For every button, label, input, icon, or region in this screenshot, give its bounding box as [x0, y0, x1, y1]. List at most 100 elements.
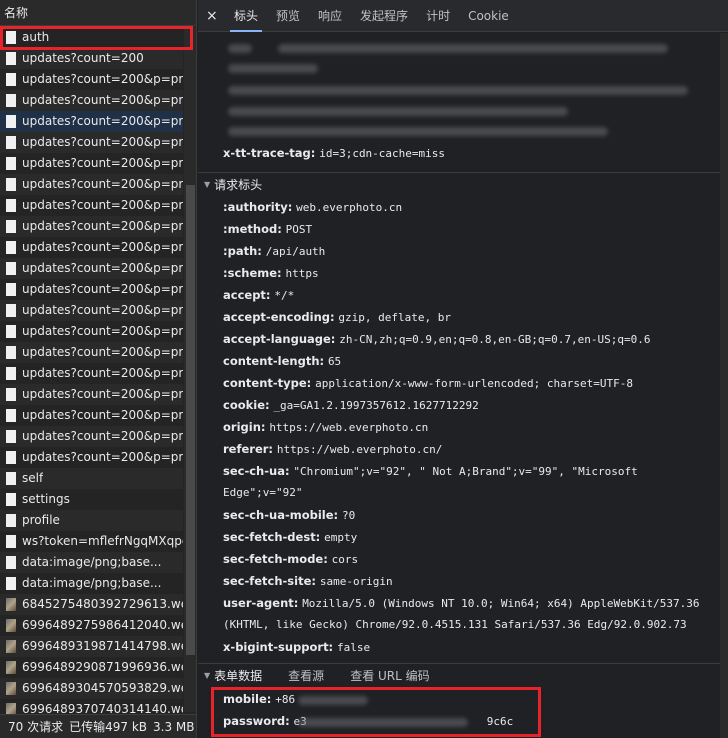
header-value: empty: [324, 531, 358, 544]
header-key: accept-language:: [223, 332, 336, 346]
request-header-row: accept: */*: [223, 285, 718, 306]
highlight-box-auth: [0, 26, 193, 50]
file-icon: [6, 199, 16, 212]
header-value: same-origin: [319, 575, 393, 588]
request-row[interactable]: 6996489290871996936.webp?: [0, 657, 183, 678]
request-row[interactable]: updates?count=200&p=prev_: [0, 300, 183, 321]
request-row[interactable]: updates?count=200&p=prev_: [0, 90, 183, 111]
request-row[interactable]: profile: [0, 510, 183, 531]
header-key: x-tt-trace-tag:: [223, 146, 316, 160]
request-row[interactable]: updates?count=200&p=prev_: [0, 237, 183, 258]
request-row[interactable]: updates?count=200&p=prev_: [0, 279, 183, 300]
request-row[interactable]: updates?count=200&p=prev_: [0, 174, 183, 195]
view-source-link[interactable]: 查看源: [288, 664, 324, 688]
request-name: 6996489304570593829.webp?: [22, 681, 183, 695]
request-name: updates?count=200&p=prev_: [22, 72, 183, 86]
tab-response[interactable]: 响应: [318, 0, 342, 32]
request-name: updates?count=200&p=prev_: [22, 429, 183, 443]
file-icon: [6, 115, 16, 128]
expand-triangle-icon: ▼: [204, 179, 211, 189]
redacted-text: [228, 107, 568, 116]
request-row[interactable]: updates?count=200&p=prev_: [0, 69, 183, 90]
request-row[interactable]: updates?count=200&p=prev_: [0, 153, 183, 174]
request-row[interactable]: updates?count=200&p=prev_: [0, 111, 183, 132]
header-key: accept-encoding:: [223, 310, 335, 324]
request-header-row: :path: /api/auth: [223, 241, 718, 262]
request-row[interactable]: updates?count=200: [0, 48, 183, 69]
request-row[interactable]: data:image/png;base...: [0, 552, 183, 573]
file-icon: [6, 94, 16, 107]
file-icon: [6, 451, 16, 464]
file-icon: [6, 493, 16, 506]
detail-scrollbar[interactable]: [720, 33, 728, 738]
request-row[interactable]: updates?count=200&p=prev_: [0, 321, 183, 342]
request-name: updates?count=200&p=prev_: [22, 114, 183, 128]
tab-preview[interactable]: 预览: [276, 0, 300, 32]
request-row[interactable]: updates?count=200&p=prev_: [0, 363, 183, 384]
request-row[interactable]: updates?count=200&p=prev_: [0, 426, 183, 447]
request-name: updates?count=200: [22, 51, 144, 65]
file-icon: [6, 472, 16, 485]
request-header-row: referer: https://web.everphoto.cn/: [223, 439, 718, 460]
request-row[interactable]: updates?count=200&p=prev_: [0, 447, 183, 468]
request-list-scrollbar-thumb[interactable]: [186, 185, 195, 655]
file-icon: [6, 304, 16, 317]
image-thumbnail-icon: [6, 661, 16, 674]
request-name: updates?count=200&p=prev_: [22, 177, 183, 191]
request-row[interactable]: updates?count=200&p=prev_: [0, 195, 183, 216]
header-key: x-bigint-support:: [223, 640, 334, 654]
header-value: application/x-www-form-urlencoded; chars…: [315, 377, 634, 390]
transferred-size: 已传输497 kB: [69, 720, 147, 734]
request-row[interactable]: updates?count=200&p=prev_: [0, 216, 183, 237]
request-row[interactable]: self: [0, 468, 183, 489]
request-list-panel: 名称 auth updates?count=200 updates?count=20…: [0, 0, 197, 738]
file-icon: [6, 157, 16, 170]
request-row[interactable]: 6845275480392729613.webp: [0, 594, 183, 615]
header-key: sec-fetch-site:: [223, 574, 316, 588]
tab-initiator[interactable]: 发起程序: [360, 0, 408, 32]
tab-timing[interactable]: 计时: [426, 0, 450, 32]
header-key: sec-fetch-mode:: [223, 552, 328, 566]
request-name: updates?count=200&p=prev_: [22, 450, 183, 464]
request-row[interactable]: updates?count=200&p=prev_: [0, 258, 183, 279]
header-value: id=3;cdn-cache=miss: [319, 147, 446, 160]
request-row[interactable]: updates?count=200&p=prev_: [0, 132, 183, 153]
request-name: updates?count=200&p=prev_: [22, 282, 183, 296]
tab-cookie[interactable]: Cookie: [468, 0, 509, 32]
form-data-section[interactable]: ▼ 表单数据 查看源 查看 URL 编码: [198, 663, 728, 687]
file-icon: [6, 262, 16, 275]
request-row[interactable]: ws?token=mflefrNgqMXqpqQ: [0, 531, 183, 552]
request-header-row: :authority: web.everphoto.cn: [223, 197, 718, 218]
request-name: 6996489275986412040.webp?: [22, 618, 183, 632]
request-headers-section[interactable]: ▼ 请求标头: [198, 172, 728, 196]
file-icon: [6, 388, 16, 401]
request-row[interactable]: settings: [0, 489, 183, 510]
request-header-row: accept-encoding: gzip, deflate, br: [223, 307, 718, 328]
redacted-text: [278, 44, 668, 53]
request-header-row: sec-ch-ua: "Chromium";v="92", " Not A;Br…: [223, 461, 718, 503]
header-key: cookie:: [223, 398, 270, 412]
view-url-encoded-link[interactable]: 查看 URL 编码: [350, 664, 429, 688]
header-value: */*: [274, 289, 295, 302]
request-row[interactable]: updates?count=200&p=prev_: [0, 384, 183, 405]
request-row[interactable]: updates?count=200&p=prev_: [0, 342, 183, 363]
request-row[interactable]: 6996489275986412040.webp?: [0, 615, 183, 636]
header-value: zh-CN,zh;q=0.9,en;q=0.8,en-GB;q=0.7,en-U…: [339, 333, 651, 346]
request-name: 6996489290871996936.webp?: [22, 660, 183, 674]
redacted-text: [228, 64, 318, 73]
close-icon[interactable]: ×: [206, 8, 224, 24]
request-name: updates?count=200&p=prev_: [22, 135, 183, 149]
file-icon: [6, 367, 16, 380]
header-key: sec-ch-ua-mobile:: [223, 508, 339, 522]
header-key: :path:: [223, 244, 262, 258]
file-icon: [6, 283, 16, 296]
section-title: 表单数据: [214, 668, 263, 683]
request-row[interactable]: data:image/png;base...: [0, 573, 183, 594]
name-column-header[interactable]: 名称: [0, 0, 196, 26]
detail-tabs: × 标头 预览 响应 发起程序 计时 Cookie: [198, 0, 728, 32]
tab-headers[interactable]: 标头: [229, 0, 263, 32]
request-row[interactable]: 6996489319871414798.webp?: [0, 636, 183, 657]
header-value: https://web.everphoto.cn: [269, 421, 429, 434]
request-row[interactable]: updates?count=200&p=prev_: [0, 405, 183, 426]
request-row[interactable]: 6996489304570593829.webp?: [0, 678, 183, 699]
